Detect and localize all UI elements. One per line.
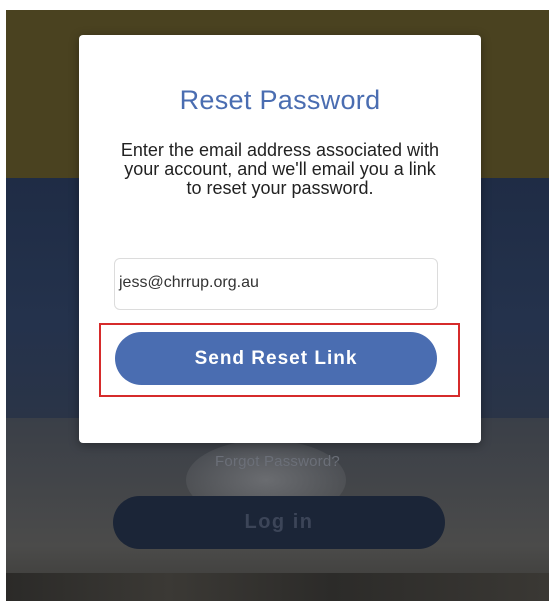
login-button[interactable]: Log in: [113, 496, 445, 549]
send-reset-link-button[interactable]: Send Reset Link: [115, 332, 437, 385]
forgot-password-link[interactable]: Forgot Password?: [6, 453, 549, 470]
email-field-value: jess@chrrup.org.au: [119, 274, 259, 291]
dialog-description: Enter the email address associated with …: [120, 140, 440, 198]
dialog-title: Reset Password: [179, 85, 381, 115]
reset-password-dialog: Reset Password Enter the email address a…: [79, 35, 481, 443]
background-landscape: [6, 573, 549, 601]
